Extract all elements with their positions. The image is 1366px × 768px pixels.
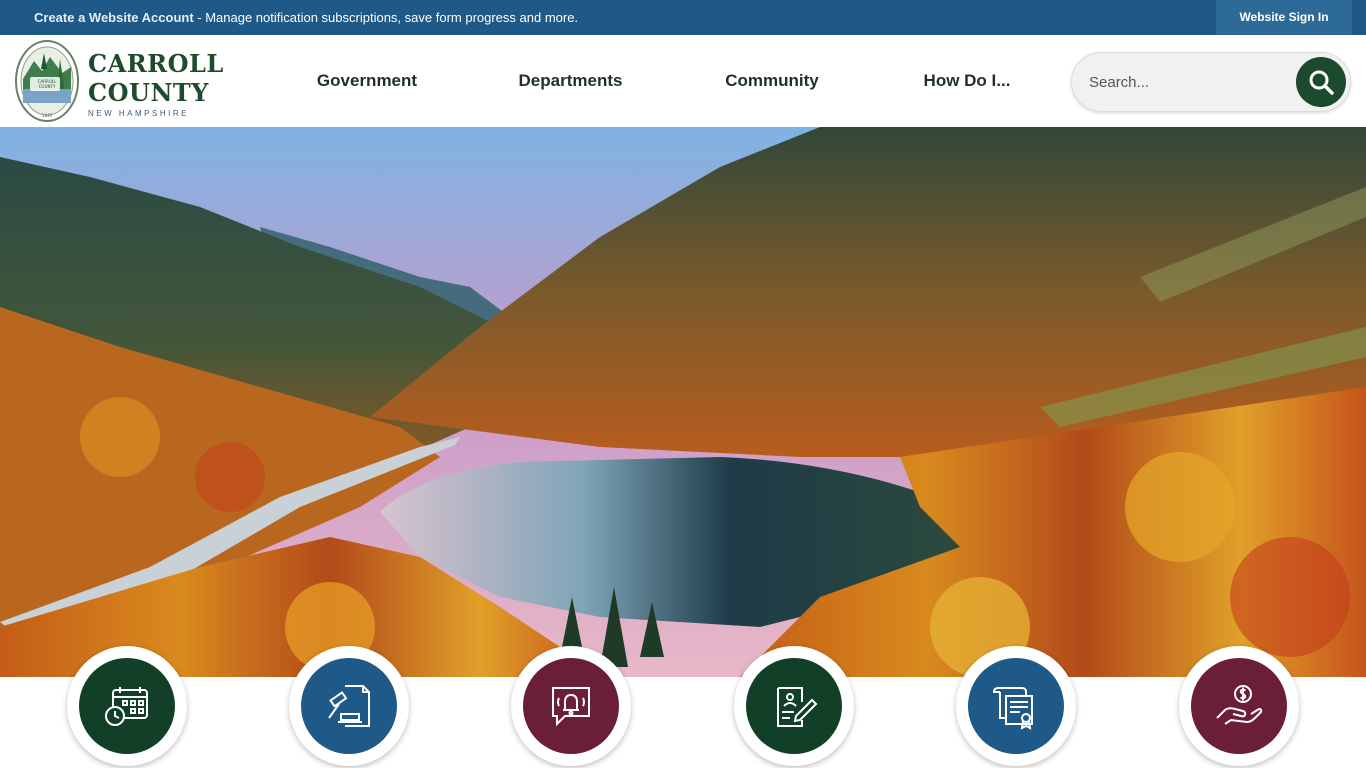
nav-how-do-i[interactable]: How Do I... [906, 35, 1028, 127]
nav-community[interactable]: Community [707, 35, 837, 127]
site-title-line2: COUNTY [88, 78, 209, 107]
top-account-bar: Create a Website Account - Manage notifi… [0, 0, 1366, 35]
quick-link-pay[interactable] [1179, 646, 1299, 766]
seal-text-line2: COUNTY [39, 84, 56, 89]
hero-landscape-image [0, 127, 1366, 677]
quick-link-notify[interactable] [511, 646, 631, 766]
quick-link-circle [301, 658, 397, 754]
quick-link-calendar[interactable] [67, 646, 187, 766]
calendar-clock-icon [105, 687, 148, 726]
quick-link-forms[interactable] [734, 646, 854, 766]
search-icon [1309, 70, 1334, 95]
quick-link-circle [79, 658, 175, 754]
hand-money-icon [1216, 685, 1263, 725]
search-box [1071, 52, 1351, 112]
county-seal-icon: CARROLL COUNTY 1840 [15, 40, 79, 122]
quick-link-circle [968, 658, 1064, 754]
quick-link-circle [523, 658, 619, 754]
account-message: Create a Website Account - Manage notifi… [34, 0, 578, 35]
form-pen-icon [777, 687, 818, 727]
site-title: CARROLL COUNTY [88, 49, 224, 107]
quick-link-records[interactable] [956, 646, 1076, 766]
home-logo-link[interactable]: CARROLL COUNTY 1840 CARROLL COUNTY NEW H… [14, 39, 228, 123]
site-title-line1: CARROLL [88, 49, 224, 78]
website-sign-in-button[interactable]: Website Sign In [1216, 0, 1352, 35]
account-message-text: - Manage notification subscriptions, sav… [193, 10, 579, 25]
search-input[interactable] [1089, 66, 1289, 98]
quick-links-strip [0, 677, 1366, 768]
certificate-scroll-icon [992, 687, 1033, 730]
gavel-document-icon [328, 685, 370, 727]
quick-link-circle [1191, 658, 1287, 754]
site-subtitle: NEW HAMPSHIRE [88, 109, 189, 118]
notification-bell-icon [552, 687, 590, 727]
create-account-link[interactable]: Create a Website Account [34, 10, 194, 25]
nav-government[interactable]: Government [300, 35, 434, 127]
nav-departments[interactable]: Departments [500, 35, 641, 127]
quick-link-court[interactable] [289, 646, 409, 766]
site-header: CARROLL COUNTY 1840 CARROLL COUNTY NEW H… [0, 35, 1366, 127]
quick-link-circle [746, 658, 842, 754]
search-button[interactable] [1296, 57, 1346, 107]
seal-year: 1840 [42, 113, 53, 118]
